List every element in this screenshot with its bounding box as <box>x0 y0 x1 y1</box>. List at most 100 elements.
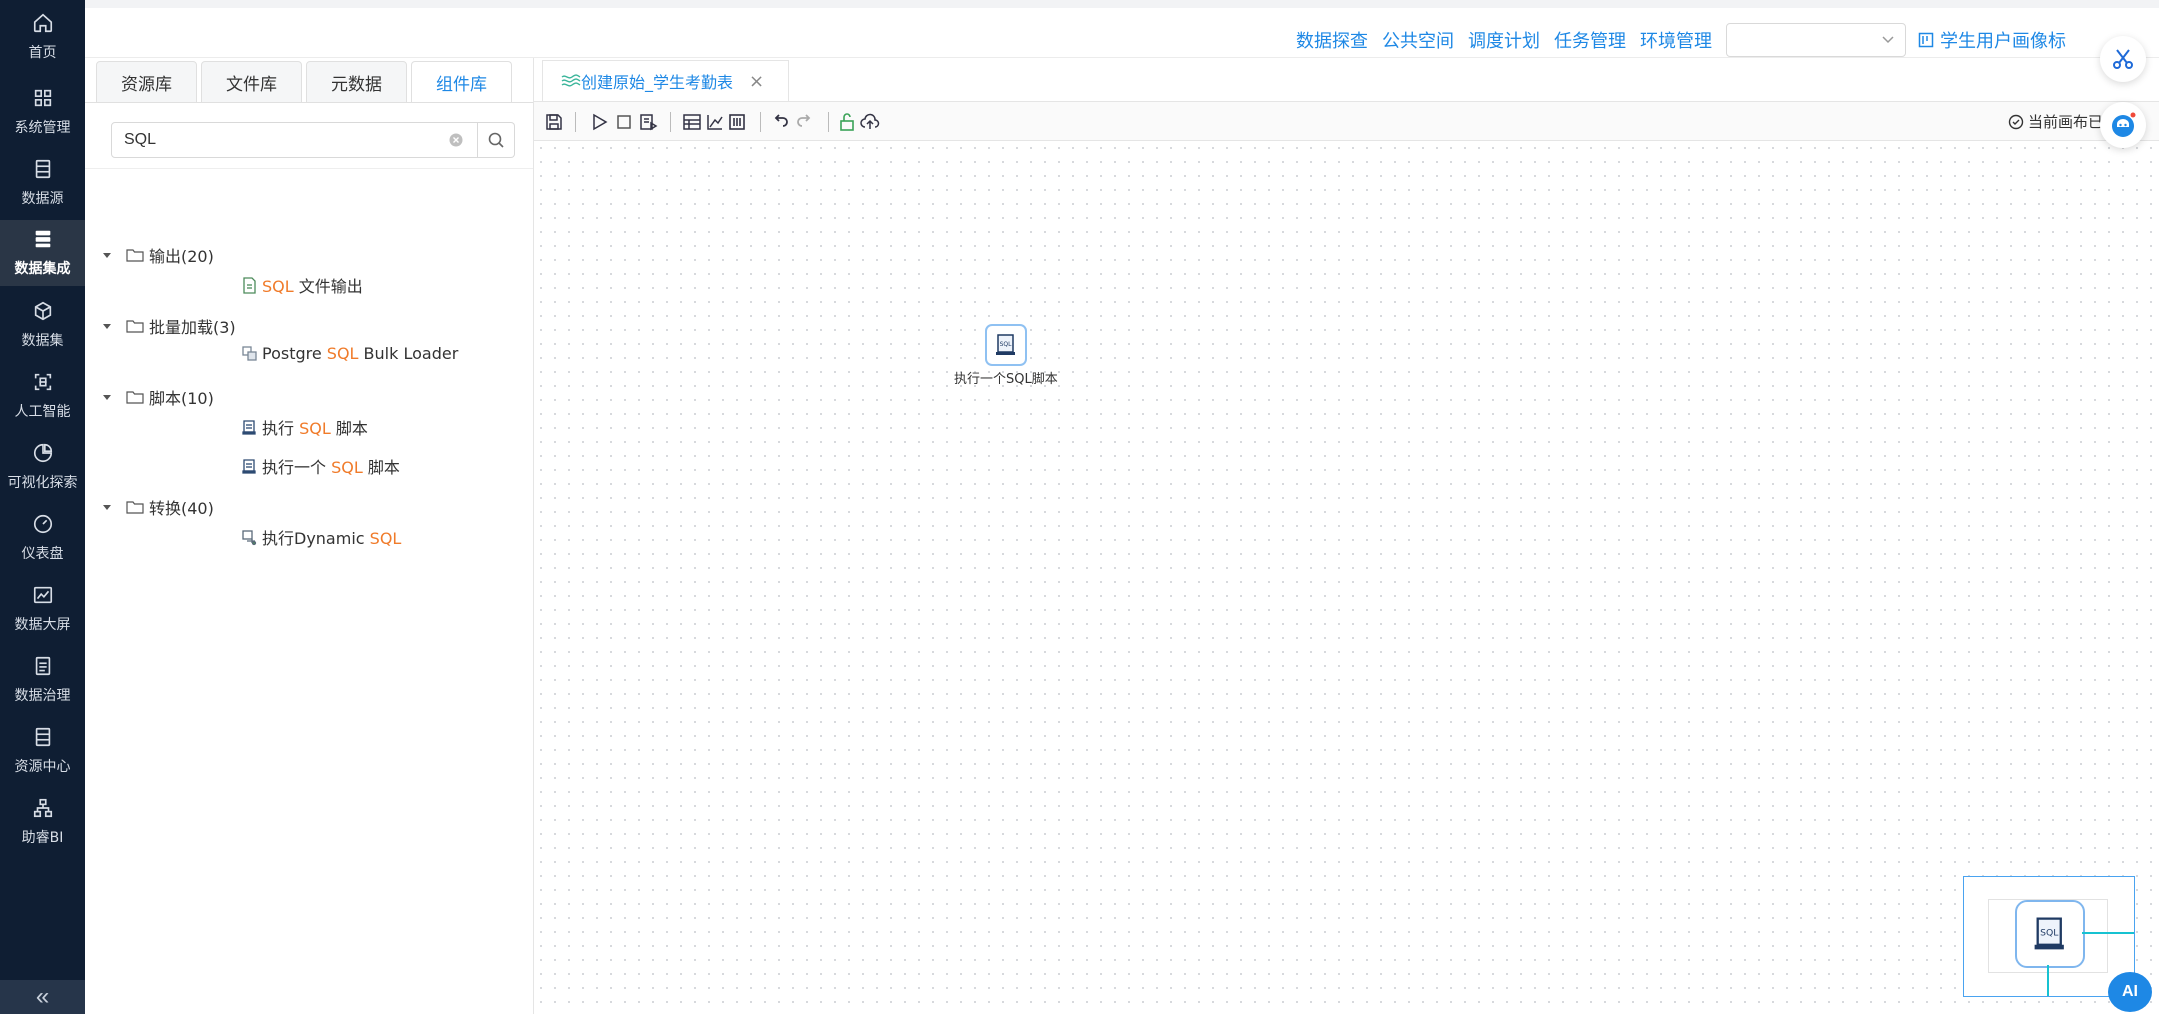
document-icon <box>35 656 50 676</box>
sidebar-item-resources[interactable]: 资源中心 <box>0 718 85 784</box>
save-icon[interactable] <box>544 112 564 132</box>
chevron-down-icon <box>1882 36 1894 44</box>
editor-toolbar: 当前画布已 <box>534 101 2159 141</box>
sidebar-item-label: 数据集 <box>21 333 64 349</box>
grid-icon <box>34 89 51 107</box>
tab-divider <box>85 102 533 103</box>
nav-link-schedule[interactable]: 调度计划 <box>1468 27 1540 53</box>
canvas-status-text: 当前画布已 <box>2028 113 2104 131</box>
sidebar-item-bigscreen[interactable]: 数据大屏 <box>0 576 85 642</box>
toolbar-divider <box>828 112 829 132</box>
panel-tabs: 资源库 文件库 元数据 组件库 <box>96 61 516 103</box>
check-circle-icon <box>2008 114 2024 129</box>
screenshot-tool-button[interactable] <box>2100 36 2146 82</box>
tree-item-postgres-bulk-loader[interactable]: Postgre SQL Bulk Loader <box>241 344 458 363</box>
dynamic-sql-icon <box>242 529 257 545</box>
sidebar-item-system[interactable]: 系统管理 <box>0 79 85 145</box>
ai-button[interactable]: AI <box>2108 972 2152 1012</box>
assistant-button[interactable] <box>2100 102 2146 148</box>
bulk-loader-icon <box>242 346 257 361</box>
sidebar-item-dataset[interactable]: 数据集 <box>0 292 85 358</box>
document-tab[interactable]: 创建原始_学生考勤表 × <box>542 60 790 101</box>
transformation-editor: 创建原始_学生考勤表 × 当前画布已 SQL 执行一个SQL脚本 SQL <box>534 58 2159 1014</box>
sidebar-collapse-button[interactable]: « <box>0 980 85 1014</box>
folder-icon <box>126 320 144 333</box>
search-button[interactable] <box>478 122 515 158</box>
folder-icon <box>126 501 144 514</box>
tree-divider <box>85 168 533 169</box>
sidebar-item-label: 可视化探索 <box>7 475 78 491</box>
sidebar-item-bi[interactable]: 助睿BI <box>0 789 85 855</box>
search-input[interactable] <box>111 122 479 158</box>
tree-group-output[interactable]: 输出(20) <box>102 243 214 267</box>
tree-item-sql-file-output[interactable]: SQL 文件输出 <box>241 273 363 297</box>
nav-link-explore[interactable]: 数据探查 <box>1296 27 1368 53</box>
folder-icon <box>126 391 144 404</box>
step-node[interactable]: SQL 执行一个SQL脚本 <box>954 324 1058 387</box>
svg-text:SQL: SQL <box>2040 928 2059 939</box>
nav-link-tasks[interactable]: 任务管理 <box>1554 27 1626 53</box>
run-icon[interactable] <box>589 112 609 132</box>
toolbar-divider <box>575 112 576 132</box>
upload-icon[interactable] <box>860 112 880 132</box>
top-header: 数据探查 公共空间 调度计划 任务管理 环境管理 学生用户画像标 <box>85 0 2159 58</box>
redo-icon[interactable] <box>794 112 814 132</box>
sidebar-item-datasource[interactable]: 数据源 <box>0 150 85 216</box>
caret-down-icon <box>103 324 111 329</box>
sidebar-item-home[interactable]: 首页 <box>0 4 85 70</box>
close-tab-button[interactable]: × <box>749 71 764 92</box>
toolbar-divider <box>670 112 671 132</box>
preview-icon[interactable] <box>638 112 658 132</box>
gauge-icon <box>33 514 52 534</box>
tab-files[interactable]: 文件库 <box>201 61 302 103</box>
minimap-node: SQL <box>2015 900 2085 968</box>
sidebar-item-governance[interactable]: 数据治理 <box>0 647 85 713</box>
caret-down-icon <box>103 253 111 258</box>
sidebar-item-label: 数据治理 <box>14 688 71 704</box>
folder-icon <box>126 249 144 262</box>
sidebar-item-label: 数据集成 <box>14 261 71 277</box>
svg-text:SQL: SQL <box>999 341 1012 348</box>
undo-icon[interactable] <box>771 112 791 132</box>
sidebar-item-integration[interactable]: 数据集成 <box>0 220 85 286</box>
tree-item-label: SQL 文件输出 <box>262 277 363 296</box>
tree-item-exec-sql-script[interactable]: 执行 SQL 脚本 <box>241 415 368 439</box>
nav-link-environment[interactable]: 环境管理 <box>1640 27 1712 53</box>
sidebar-item-label: 首页 <box>28 45 57 61</box>
tree-group-script[interactable]: 脚本(10) <box>102 385 214 409</box>
scissors-icon <box>2113 49 2133 69</box>
canvas-minimap[interactable]: SQL <box>1963 876 2135 997</box>
integration-icon <box>35 230 50 248</box>
stop-icon[interactable] <box>614 112 634 132</box>
database-icon <box>35 159 50 179</box>
tree-item-label: 执行一个 SQL 脚本 <box>262 458 400 477</box>
lock-icon[interactable] <box>837 112 857 132</box>
tree-item-dynamic-sql[interactable]: 执行Dynamic SQL <box>241 525 401 549</box>
tab-components[interactable]: 组件库 <box>411 61 512 103</box>
tab-repository[interactable]: 资源库 <box>96 61 197 103</box>
sidebar-item-ai[interactable]: 人工智能 <box>0 363 85 429</box>
home-icon <box>33 13 52 33</box>
design-canvas[interactable]: SQL 执行一个SQL脚本 <box>534 141 2159 1014</box>
tree-group-label: 脚本(10) <box>149 389 214 408</box>
environment-select[interactable] <box>1726 23 1906 57</box>
sql-script-icon: SQL <box>2034 917 2064 950</box>
nav-link-public-space[interactable]: 公共空间 <box>1382 27 1454 53</box>
org-chart-icon <box>33 798 52 818</box>
project-link[interactable]: 学生用户画像标 <box>1918 27 2066 53</box>
tree-group-bulk-load[interactable]: 批量加载(3) <box>102 314 236 338</box>
sql-icon[interactable] <box>727 112 747 132</box>
step-node-box[interactable]: SQL <box>984 324 1027 366</box>
verify-icon[interactable] <box>682 112 702 132</box>
tree-item-exec-one-sql-script[interactable]: 执行一个 SQL 脚本 <box>241 454 400 478</box>
chat-assistant-icon <box>2112 112 2136 137</box>
sidebar-item-label: 系统管理 <box>14 120 71 136</box>
sidebar-item-visual[interactable]: 可视化探索 <box>0 434 85 500</box>
clear-icon[interactable] <box>449 133 463 147</box>
tree-group-transform[interactable]: 转换(40) <box>102 495 214 519</box>
search-icon <box>488 132 504 148</box>
sidebar-item-dashboard[interactable]: 仪表盘 <box>0 505 85 571</box>
project-name: 学生用户画像标 <box>1940 31 2066 52</box>
tab-metadata[interactable]: 元数据 <box>306 61 407 103</box>
analyze-icon[interactable] <box>705 112 725 132</box>
